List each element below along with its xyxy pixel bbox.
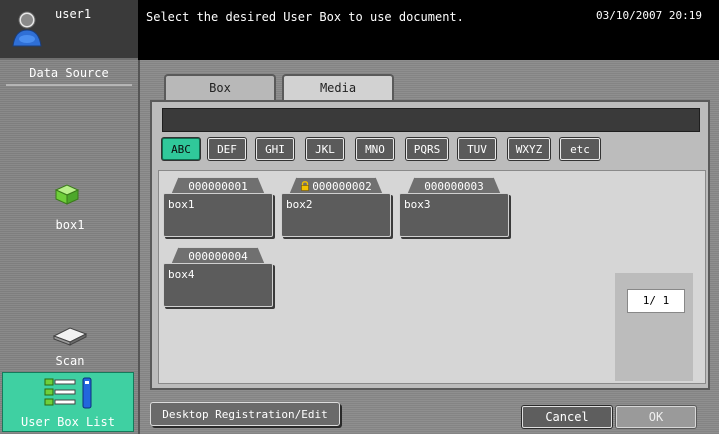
main-panel: Box Media ABC DEF GHI JKL MNO PQRS TUV W… — [140, 60, 719, 434]
box-body: box4 — [163, 263, 273, 307]
box-name: box1 — [168, 198, 195, 211]
user-box-tile[interactable]: 000000001 box1 — [163, 177, 273, 237]
scan-label: Scan — [55, 354, 85, 368]
message-bar: Select the desired User Box to use docum… — [138, 0, 588, 58]
user-box-tile[interactable]: 000000003 box3 — [399, 177, 509, 237]
user-box-list-button[interactable]: User Box List — [2, 372, 134, 432]
filter-mno[interactable]: MNO — [356, 138, 394, 160]
box-number-text: 000000004 — [188, 250, 248, 263]
box-icon — [54, 184, 80, 205]
scanner-icon — [52, 327, 88, 346]
data-source-panel: Data Source box1 Scan User Box List — [0, 60, 140, 434]
box-number-text: 000000001 — [188, 180, 248, 193]
filter-jkl[interactable]: JKL — [306, 138, 344, 160]
screen: user1 Select the desired User Box to use… — [0, 0, 719, 434]
box-body: box1 — [163, 193, 273, 237]
instruction-message: Select the desired User Box to use docum… — [146, 10, 464, 24]
box-number-text: 000000002 — [312, 180, 372, 193]
filter-etc[interactable]: etc — [560, 138, 600, 160]
box-name: box2 — [286, 198, 313, 211]
date-time: 03/10/2007 20:19 — [596, 9, 702, 22]
filter-tuv[interactable]: TUV — [458, 138, 496, 160]
filter-wxyz[interactable]: WXYZ — [508, 138, 550, 160]
box-source-label: box1 — [55, 218, 85, 232]
user-box-list-label: User Box List — [21, 415, 115, 429]
user-name: user1 — [55, 7, 92, 21]
ok-button[interactable]: OK — [616, 406, 696, 428]
user-box-grid: 000000001 box1 000000002 box2 000000003 … — [158, 170, 706, 384]
filter-ghi[interactable]: GHI — [256, 138, 294, 160]
box-name: box4 — [168, 268, 195, 281]
box-name: box3 — [404, 198, 431, 211]
tab-box[interactable]: Box — [164, 74, 276, 100]
box-body: box3 — [399, 193, 509, 237]
box-number-text: 000000003 — [424, 180, 484, 193]
tab-media[interactable]: Media — [282, 74, 394, 100]
desktop-registration-button[interactable]: Desktop Registration/Edit — [150, 402, 340, 426]
user-avatar-icon — [12, 11, 42, 47]
cancel-button[interactable]: Cancel — [522, 406, 612, 428]
page-readout: 1/ 1 — [627, 289, 685, 313]
user-box-tile[interactable]: 000000004 box4 — [163, 247, 273, 307]
user-info: user1 — [0, 0, 138, 60]
lock-icon — [301, 181, 309, 191]
user-box-list-icon — [44, 377, 92, 409]
divider — [6, 84, 132, 86]
box-source-item[interactable]: box1 — [40, 178, 100, 238]
page-indicator: 1/ 1 — [615, 273, 693, 381]
data-source-label: Data Source — [29, 66, 109, 80]
filter-pqrs[interactable]: PQRS — [406, 138, 448, 160]
box-body: box2 — [281, 193, 391, 237]
filter-def[interactable]: DEF — [208, 138, 246, 160]
box-content-frame: ABC DEF GHI JKL MNO PQRS TUV WXYZ etc 00… — [150, 100, 710, 390]
user-box-tile[interactable]: 000000002 box2 — [281, 177, 391, 237]
search-field[interactable] — [162, 108, 700, 132]
filter-abc[interactable]: ABC — [162, 138, 200, 160]
scan-source-item[interactable]: Scan — [30, 322, 110, 372]
